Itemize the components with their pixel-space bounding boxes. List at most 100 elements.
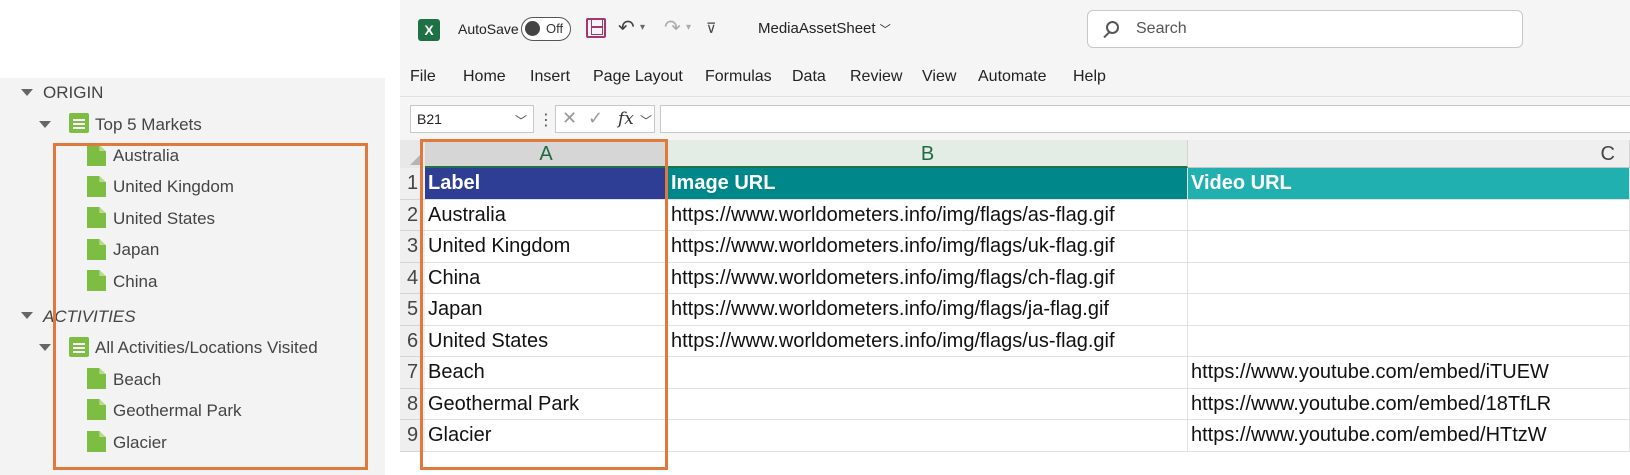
- formula-input[interactable]: [660, 105, 1630, 133]
- cell-a1[interactable]: Label: [425, 168, 668, 200]
- cell-b9[interactable]: [668, 420, 1188, 452]
- cell-a8[interactable]: Geothermal Park: [425, 388, 668, 420]
- cell-c1[interactable]: Video URL: [1188, 168, 1630, 200]
- file-icon: [87, 368, 106, 389]
- collapse-caret-icon[interactable]: [21, 312, 33, 319]
- tree-item[interactable]: Glacier: [113, 433, 167, 453]
- tab-view[interactable]: View: [922, 68, 956, 86]
- row-header[interactable]: 7: [400, 357, 425, 389]
- cell-a2[interactable]: Australia: [425, 199, 668, 231]
- title-bar: X AutoSave Off ↶ ▾ ↷ ▾ ⊽ MediaAssetSheet…: [400, 0, 1630, 58]
- tree-group-activities[interactable]: All Activities/Locations Visited: [95, 338, 318, 358]
- ribbon-tabs: File Home Insert Page Layout Formulas Da…: [400, 58, 1630, 96]
- file-icon: [87, 207, 106, 228]
- tree-item[interactable]: Geothermal Park: [113, 401, 242, 421]
- customize-toolbar-icon[interactable]: ⊽: [706, 16, 716, 40]
- cell-b7[interactable]: [668, 357, 1188, 389]
- cell-c5[interactable]: [1188, 294, 1630, 326]
- tree-group-top-markets[interactable]: Top 5 Markets: [95, 115, 202, 135]
- cell-b5[interactable]: https://www.worldometers.info/img/flags/…: [668, 294, 1188, 326]
- row-header[interactable]: 1: [400, 168, 425, 200]
- document-name[interactable]: MediaAssetSheet ﹀: [758, 20, 891, 37]
- row-header[interactable]: 3: [400, 231, 425, 263]
- row-header[interactable]: 4: [400, 262, 425, 294]
- tab-insert[interactable]: Insert: [530, 68, 570, 86]
- cell-c7[interactable]: https://www.youtube.com/embed/iTUEW: [1188, 357, 1630, 389]
- select-all-corner[interactable]: [400, 140, 425, 168]
- cell-c6[interactable]: [1188, 325, 1630, 357]
- formula-bar: B21 ﹀ ⋮ ✕ ✓ fx ﹀: [400, 96, 1630, 140]
- name-box-value: B21: [417, 111, 442, 127]
- cell-c4[interactable]: [1188, 262, 1630, 294]
- tab-automate[interactable]: Automate: [978, 68, 1046, 86]
- tree-item[interactable]: United Kingdom: [113, 177, 234, 197]
- tab-help[interactable]: Help: [1073, 68, 1106, 86]
- cell-b2[interactable]: https://www.worldometers.info/img/flags/…: [668, 199, 1188, 231]
- tab-page-layout[interactable]: Page Layout: [593, 68, 683, 86]
- tree-item[interactable]: United States: [113, 209, 215, 229]
- undo-icon[interactable]: ↶: [618, 16, 635, 40]
- autosave-toggle[interactable]: Off: [521, 17, 571, 41]
- cell-a3[interactable]: United Kingdom: [425, 231, 668, 263]
- file-icon: [87, 270, 106, 291]
- cell-a7[interactable]: Beach: [425, 357, 668, 389]
- cell-b3[interactable]: https://www.worldometers.info/img/flags/…: [668, 231, 1188, 263]
- tree-section-activities[interactable]: ACTIVITIES: [43, 307, 136, 327]
- column-header-c[interactable]: C: [1188, 140, 1630, 168]
- chevron-down-icon[interactable]: ﹀: [515, 112, 527, 129]
- cell-b4[interactable]: https://www.worldometers.info/img/flags/…: [668, 262, 1188, 294]
- redo-dropdown-chevron-icon[interactable]: ▾: [686, 22, 691, 33]
- save-icon[interactable]: [586, 18, 606, 38]
- confirm-icon[interactable]: ✓: [588, 108, 603, 129]
- tree-item[interactable]: Beach: [113, 370, 161, 390]
- cancel-icon[interactable]: ✕: [562, 108, 577, 129]
- redo-icon[interactable]: ↷: [664, 16, 681, 40]
- cell-b1[interactable]: Image URL: [668, 168, 1188, 200]
- search-box[interactable]: Search: [1087, 10, 1523, 48]
- tab-formulas[interactable]: Formulas: [705, 68, 772, 86]
- tree-item[interactable]: China: [113, 272, 157, 292]
- document-name-text: MediaAssetSheet: [758, 20, 876, 37]
- cell-a4[interactable]: China: [425, 262, 668, 294]
- list-icon: [69, 337, 89, 357]
- search-icon: [1106, 21, 1119, 34]
- column-header-b[interactable]: B: [668, 140, 1188, 168]
- file-icon: [87, 239, 106, 260]
- cell-c9[interactable]: https://www.youtube.com/embed/HTtzW: [1188, 420, 1630, 452]
- tab-data[interactable]: Data: [792, 68, 826, 86]
- chevron-down-icon[interactable]: ﹀: [640, 112, 652, 129]
- row-header[interactable]: 5: [400, 294, 425, 326]
- tree-item[interactable]: Australia: [113, 146, 179, 166]
- tree-panel: ORIGIN Top 5 Markets Australia United Ki…: [0, 78, 385, 475]
- file-icon: [87, 145, 106, 166]
- cell-a9[interactable]: Glacier: [425, 420, 668, 452]
- cell-c3[interactable]: [1188, 231, 1630, 263]
- cell-a6[interactable]: United States: [425, 325, 668, 357]
- collapse-caret-icon[interactable]: [21, 89, 33, 96]
- toggle-knob: [525, 21, 540, 36]
- collapse-caret-icon[interactable]: [39, 121, 51, 128]
- cell-a5[interactable]: Japan: [425, 294, 668, 326]
- collapse-caret-icon[interactable]: [39, 344, 51, 351]
- list-icon: [69, 113, 89, 133]
- file-icon: [87, 431, 106, 452]
- tab-file[interactable]: File: [410, 68, 436, 86]
- formula-actions: ✕ ✓ fx ﹀: [555, 105, 655, 133]
- insert-function-icon[interactable]: fx: [618, 109, 634, 129]
- undo-dropdown-chevron-icon[interactable]: ▾: [640, 22, 645, 33]
- tab-review[interactable]: Review: [850, 68, 902, 86]
- cell-c8[interactable]: https://www.youtube.com/embed/18TfLR: [1188, 388, 1630, 420]
- name-box[interactable]: B21 ﹀: [410, 105, 534, 133]
- row-header[interactable]: 2: [400, 199, 425, 231]
- tab-home[interactable]: Home: [463, 68, 506, 86]
- tree-item[interactable]: Japan: [113, 240, 159, 260]
- cell-c2[interactable]: [1188, 199, 1630, 231]
- row-header[interactable]: 6: [400, 325, 425, 357]
- tree-section-origin[interactable]: ORIGIN: [43, 83, 103, 103]
- cell-b6[interactable]: https://www.worldometers.info/img/flags/…: [668, 325, 1188, 357]
- row-header[interactable]: 9: [400, 420, 425, 452]
- cell-b8[interactable]: [668, 388, 1188, 420]
- column-header-a[interactable]: A: [425, 140, 668, 168]
- row-header[interactable]: 8: [400, 388, 425, 420]
- more-options-icon[interactable]: ⋮: [538, 110, 554, 130]
